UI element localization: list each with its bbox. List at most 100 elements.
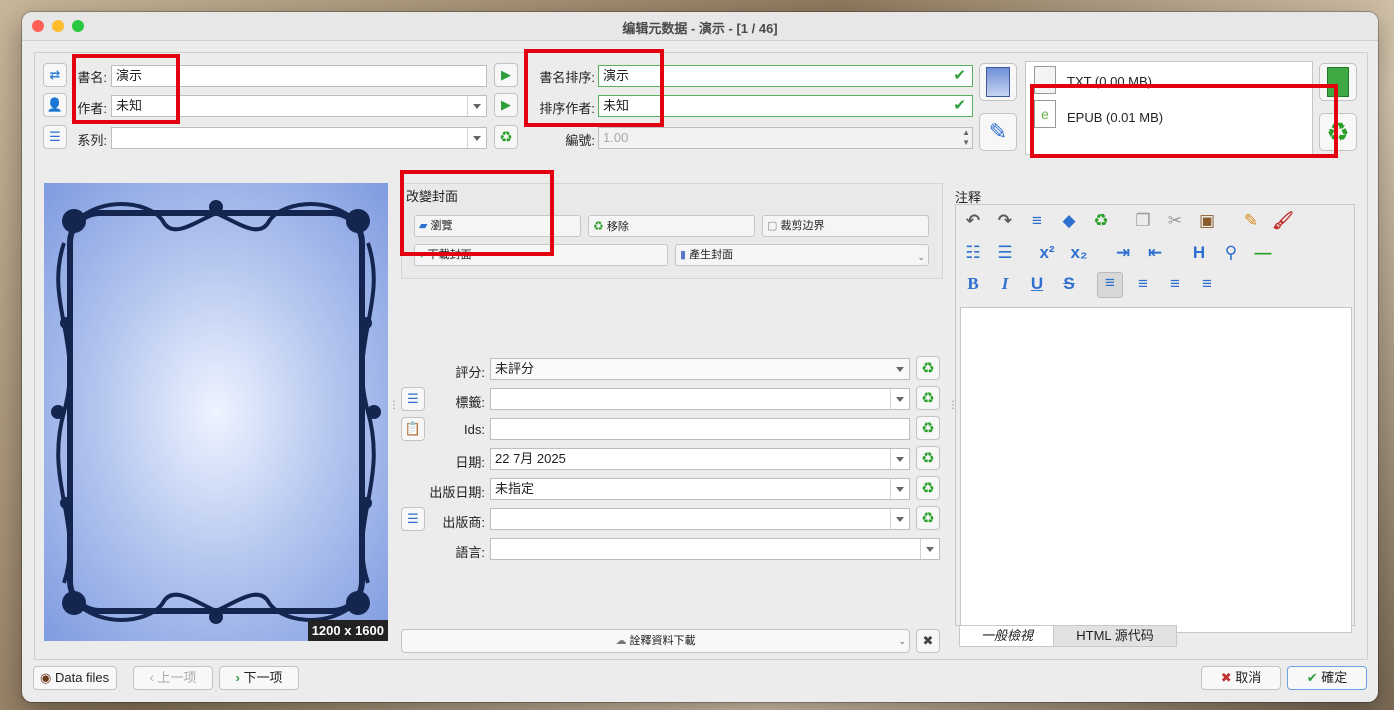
clear-ids-button[interactable]: ♻ [916, 416, 940, 440]
clear-pubdate-button[interactable]: ♻ [916, 476, 940, 500]
tags-dropdown-arrow[interactable] [890, 389, 909, 409]
paste-icon[interactable]: ▣ [1195, 211, 1219, 231]
format-item-epub[interactable]: e EPUB (0.01 MB) [1032, 98, 1302, 132]
download-cover-button[interactable]: ▾ 下載封面 [414, 244, 668, 266]
indent-icon[interactable]: ⇥ [1111, 243, 1135, 263]
cancel-button[interactable]: ✖ 取消 [1201, 666, 1281, 690]
clear-date-button[interactable]: ♻ [916, 446, 940, 470]
rating-dropdown-arrow[interactable] [891, 359, 909, 379]
ids-label: Ids: [464, 422, 485, 437]
title-input[interactable]: 演示 [111, 65, 487, 87]
trim-cover-button[interactable]: ▢ 裁剪边界 [762, 215, 929, 237]
chevron-down-icon: ⌄ [917, 252, 925, 262]
insert-link-icon[interactable]: ⚲ [1219, 243, 1243, 263]
comments-text-area[interactable] [960, 307, 1352, 633]
set-cover-from-format-button[interactable] [979, 63, 1017, 101]
author-label: 作者: [77, 101, 107, 116]
publisher-dropdown-arrow[interactable] [890, 509, 909, 529]
select-all-icon[interactable]: ≡ [1025, 211, 1049, 231]
date-input[interactable]: 22 7月 2025 [490, 448, 910, 470]
clear-series-button[interactable]: ♻ [494, 125, 518, 149]
rating-label: 評分: [455, 365, 485, 380]
format-name: TXT (0.00 MB) [1067, 74, 1153, 89]
redo-icon[interactable]: ↷ [993, 211, 1017, 231]
unordered-list-icon[interactable]: ☰ [993, 243, 1017, 263]
title-sort-input[interactable]: 演示 ✔ [598, 65, 973, 87]
previous-button[interactable]: ‹ 上一项 [133, 666, 213, 690]
undo-icon[interactable]: ↶ [961, 211, 985, 231]
tools-icon: ✖ [922, 633, 934, 648]
brush-icon[interactable]: 🖌 [1271, 211, 1295, 231]
generate-cover-button[interactable]: ▮ 產生封面 ⌄ [675, 244, 929, 266]
author-sort-input[interactable]: 未知 ✔ [598, 95, 973, 117]
bold-icon[interactable]: B [961, 274, 985, 294]
browse-cover-button[interactable]: ▰ 瀏覽 [414, 215, 581, 237]
copy-title-to-sort-button[interactable]: ▶ [494, 63, 518, 87]
next-button[interactable]: › 下一项 [219, 666, 299, 690]
ids-input[interactable] [490, 418, 910, 440]
tags-label: 標籤: [455, 395, 485, 410]
edit-metadata-button[interactable]: ✎ [979, 113, 1017, 151]
align-left-icon[interactable]: ≡ [1097, 272, 1123, 298]
pubdate-dropdown-arrow[interactable] [890, 479, 909, 499]
clear-publisher-button[interactable]: ♻ [916, 506, 940, 530]
format-item-txt[interactable]: TXT (0.00 MB) [1032, 66, 1302, 94]
italic-icon[interactable]: I [993, 274, 1017, 294]
align-right-icon[interactable]: ≡ [1163, 274, 1187, 294]
splitter-handle-left[interactable]: ⋮ [389, 401, 399, 427]
author-dropdown-arrow[interactable] [467, 96, 486, 116]
copy-author-to-sort-button[interactable]: ▶ [494, 93, 518, 117]
language-input[interactable] [490, 538, 940, 560]
download-metadata-button[interactable]: ☁ 詮釋資料下載 ⌄ [401, 629, 910, 653]
author-input[interactable]: 未知 [111, 95, 487, 117]
pubdate-input[interactable]: 未指定 [490, 478, 910, 500]
recycle-icon[interactable]: ♻ [1089, 211, 1113, 231]
ordered-list-icon[interactable]: ☷ [961, 243, 985, 263]
clear-tags-button[interactable]: ♻ [916, 386, 940, 410]
superscript-icon[interactable]: x² [1035, 243, 1059, 263]
spinner-arrows-icon[interactable]: ▲ ▼ [962, 128, 970, 148]
chevron-down-icon: ⌄ [898, 636, 906, 646]
publisher-input[interactable] [490, 508, 910, 530]
date-label: 日期: [455, 455, 485, 470]
align-center-icon[interactable]: ≡ [1131, 274, 1155, 294]
tags-input[interactable] [490, 388, 910, 410]
configure-metadata-download-button[interactable]: ✖ [916, 629, 940, 653]
manage-series-button[interactable]: ☰ [43, 125, 67, 149]
manage-authors-button[interactable]: 👤 [43, 93, 67, 117]
tab-html-source[interactable]: HTML 源代码 [1053, 625, 1177, 647]
tab-normal-view[interactable]: 一般檢視 [959, 625, 1055, 647]
series-input[interactable] [111, 127, 487, 149]
series-dropdown-arrow[interactable] [467, 128, 486, 148]
cut-icon[interactable]: ✂ [1163, 211, 1187, 231]
horizontal-rule-icon[interactable]: — [1251, 243, 1275, 263]
arrow-right-icon: ▶ [501, 97, 511, 112]
cover-image[interactable]: 1200 x 1600 [44, 183, 388, 641]
title-sort-label: 書名排序: [539, 70, 595, 85]
swap-title-author-button[interactable]: ⇄ [43, 63, 67, 87]
date-dropdown-arrow[interactable] [890, 449, 909, 469]
heading-icon[interactable]: H [1187, 243, 1211, 263]
remove-format-button[interactable]: ♻ [1319, 113, 1357, 151]
strikethrough-icon[interactable]: S [1057, 274, 1081, 294]
align-justify-icon[interactable]: ≡ [1195, 274, 1219, 294]
comments-editor: ↶ ↷ ≡ ◆ ♻ ❐ ✂ ▣ ✎ 🖌 ☷ ☰ x² x₂ ⇥ ⇤ H ⚲ — … [955, 204, 1355, 633]
remove-cover-button[interactable]: ♻ 移除 [588, 215, 755, 237]
metadata-panel: ⇄ 書名: 演示 ▶ 👤 作者: 未知 ▶ ☰ 系列: ♻ 書名排序: 演示 ✔… [34, 52, 1368, 660]
outdent-icon[interactable]: ⇤ [1143, 243, 1167, 263]
eraser-icon[interactable]: ◆ [1057, 211, 1081, 231]
clear-rating-button[interactable]: ♻ [916, 356, 940, 380]
subscript-icon[interactable]: x₂ [1067, 243, 1091, 263]
underline-icon[interactable]: U [1025, 274, 1049, 294]
chevron-left-icon: ‹ [149, 670, 154, 685]
add-format-button[interactable] [1319, 63, 1357, 101]
copy-icon[interactable]: ❐ [1131, 211, 1155, 231]
rating-select[interactable]: 未評分 [490, 358, 910, 380]
txt-file-icon [1034, 66, 1056, 94]
splitter-handle-right[interactable]: ⋮ [948, 401, 958, 427]
ok-button[interactable]: ✔ 確定 [1287, 666, 1367, 690]
series-number-input[interactable]: 1.00 ▲ ▼ [598, 127, 973, 149]
color-picker-icon[interactable]: ✎ [1239, 211, 1263, 231]
language-dropdown-arrow[interactable] [920, 539, 939, 559]
data-files-button[interactable]: ◉ Data files [33, 666, 117, 690]
